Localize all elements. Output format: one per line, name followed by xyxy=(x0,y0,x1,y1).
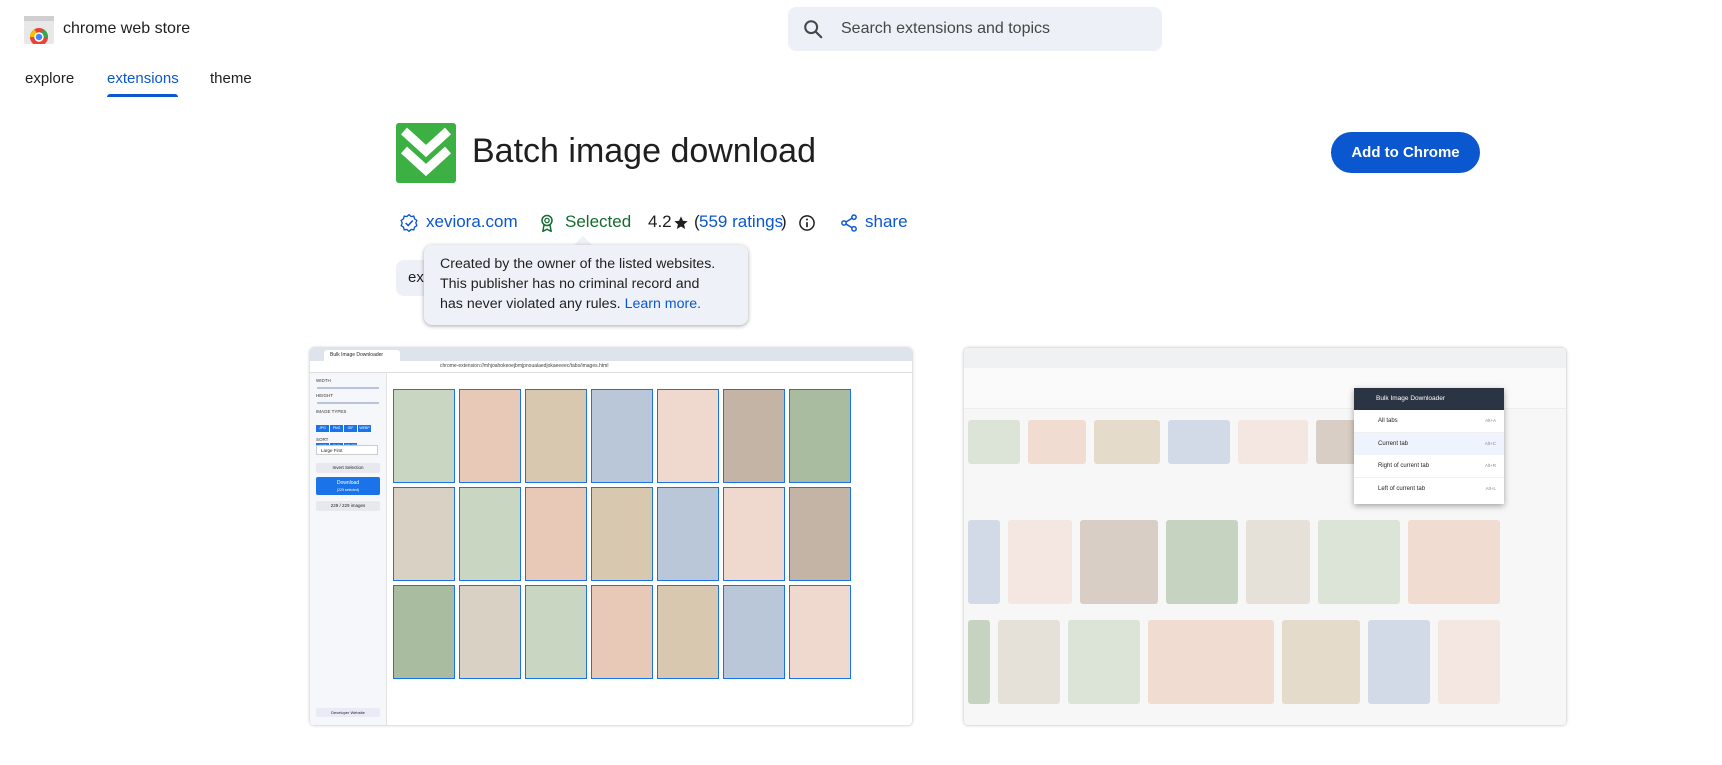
thumbnail xyxy=(525,389,587,483)
menu-item-left-tab: Left of current tab Alt+L xyxy=(1354,478,1504,500)
download-button-label: Download xyxy=(336,480,360,486)
thumbnail xyxy=(723,585,785,679)
thumbnail xyxy=(789,389,851,483)
menu-item-current-tab: Current tab Alt+C xyxy=(1354,433,1504,455)
menu-item-all-tabs: All tabs Alt+A xyxy=(1354,410,1504,433)
tooltip-line-1: Created by the owner of the listed websi… xyxy=(440,256,716,272)
tooltip-arrow xyxy=(574,236,592,245)
thumbnail xyxy=(789,487,851,581)
height-slider xyxy=(317,402,379,404)
thumbnail xyxy=(525,487,587,581)
chrome-web-store-logo-icon[interactable] xyxy=(24,16,54,44)
award-icon xyxy=(541,214,553,233)
browser-url: chrome-extension://mhjoahokeoejbmjpnoual… xyxy=(440,363,609,369)
thumbnail xyxy=(459,487,521,581)
browser-tab: Bulk Image Downloader xyxy=(324,350,400,361)
search-icon xyxy=(804,20,823,39)
image-grid xyxy=(393,389,906,720)
type-webp: WEBP xyxy=(358,425,371,432)
nav-extensions[interactable]: extensions xyxy=(107,70,179,87)
download-button: Download (229 selected) xyxy=(316,477,380,495)
nav-explore[interactable]: explore xyxy=(25,70,74,87)
download-button-sub: (229 selected) xyxy=(336,488,360,492)
menu-item-right-tab-label: Right of current tab xyxy=(1378,463,1430,469)
thumbnail xyxy=(459,389,521,483)
share-link[interactable]: share xyxy=(865,212,908,232)
extension-sidebar: WIDTH HEIGHT IMAGE TYPES JPGPNGGIFWEBPAV… xyxy=(310,373,387,725)
screenshot-1[interactable]: Bulk Image Downloader chrome-extension:/… xyxy=(310,348,912,725)
extension-popup-menu: Bulk Image Downloader All tabs Alt+A Curr… xyxy=(1354,388,1504,504)
type-png: PNG xyxy=(330,425,343,432)
nav-theme[interactable]: theme xyxy=(210,70,252,87)
tooltip-line-3: has never violated any rules. xyxy=(440,296,621,312)
browser-toolbar: chrome-extension://mhjoahokeoejbmjpnoual… xyxy=(310,361,912,373)
thumbnail xyxy=(657,487,719,581)
thumbnail xyxy=(393,585,455,679)
info-icon[interactable] xyxy=(797,213,817,233)
thumbnail xyxy=(657,585,719,679)
menu-item-left-tab-shortcut: Alt+L xyxy=(1485,486,1496,491)
publisher-tooltip: Created by the owner of the listed websi… xyxy=(424,245,748,325)
thumbnail xyxy=(459,585,521,679)
thumbnail xyxy=(789,585,851,679)
popup-title: Bulk Image Downloader xyxy=(1354,388,1504,410)
search-bar[interactable]: Search extensions and topics xyxy=(788,7,1162,51)
learn-more-link[interactable]: Learn more. xyxy=(625,296,702,312)
ratings-close-paren: ) xyxy=(781,212,787,231)
menu-item-left-tab-label: Left of current tab xyxy=(1378,486,1426,492)
star-icon xyxy=(674,216,688,229)
sort-select: Large First xyxy=(316,445,378,455)
thumbnail xyxy=(393,487,455,581)
browser-tab-strip: Bulk Image Downloader xyxy=(310,348,912,361)
thumbnail xyxy=(525,585,587,679)
width-label: WIDTH xyxy=(316,378,331,383)
tooltip-line-2: This publisher has no criminal record an… xyxy=(440,276,700,292)
search-placeholder: Search extensions and topics xyxy=(841,20,1051,37)
image-types-label: IMAGE TYPES xyxy=(316,409,347,414)
thumbnail xyxy=(591,585,653,679)
brand-name[interactable]: chrome web store xyxy=(63,20,190,38)
verified-icon xyxy=(400,213,418,233)
ratings-count-link[interactable]: 559 ratings xyxy=(699,212,783,232)
thumbnail xyxy=(723,487,785,581)
menu-item-current-tab-shortcut: Alt+C xyxy=(1484,441,1496,446)
thumbnail xyxy=(723,389,785,483)
type-gif: GIF xyxy=(344,425,357,432)
sort-label: SORT xyxy=(316,437,329,442)
menu-item-all-tabs-label: All tabs xyxy=(1378,418,1398,424)
width-slider xyxy=(317,387,379,389)
menu-item-current-tab-label: Current tab xyxy=(1378,441,1409,447)
thumbnail xyxy=(657,389,719,483)
menu-item-all-tabs-shortcut: Alt+A xyxy=(1485,418,1496,423)
download-chevrons-icon xyxy=(396,123,456,183)
selected-badge[interactable]: Selected xyxy=(565,212,631,232)
menu-item-right-tab: Right of current tab Alt+R xyxy=(1354,455,1504,478)
image-count: 229 / 229 images xyxy=(316,501,380,511)
extension-title: Batch image download xyxy=(472,132,817,170)
type-jpg: JPG xyxy=(316,425,329,432)
height-label: HEIGHT xyxy=(316,393,334,398)
publisher-link[interactable]: xeviora.com xyxy=(426,212,518,232)
thumbnail xyxy=(393,389,455,483)
menu-item-right-tab-shortcut: Alt+R xyxy=(1484,463,1496,468)
invert-selection-button: Invert Selection xyxy=(316,463,380,473)
developer-website-link: Developer Website xyxy=(316,708,380,717)
rating-value: 4.2 xyxy=(648,212,672,231)
nav-active-indicator xyxy=(107,94,178,97)
thumbnail xyxy=(591,389,653,483)
add-to-chrome-button[interactable]: Add to Chrome xyxy=(1331,132,1480,173)
share-icon[interactable] xyxy=(839,213,859,233)
screenshot-2[interactable]: Bulk Image Downloader All tabs Alt+A Curr… xyxy=(964,348,1566,725)
thumbnail xyxy=(591,487,653,581)
